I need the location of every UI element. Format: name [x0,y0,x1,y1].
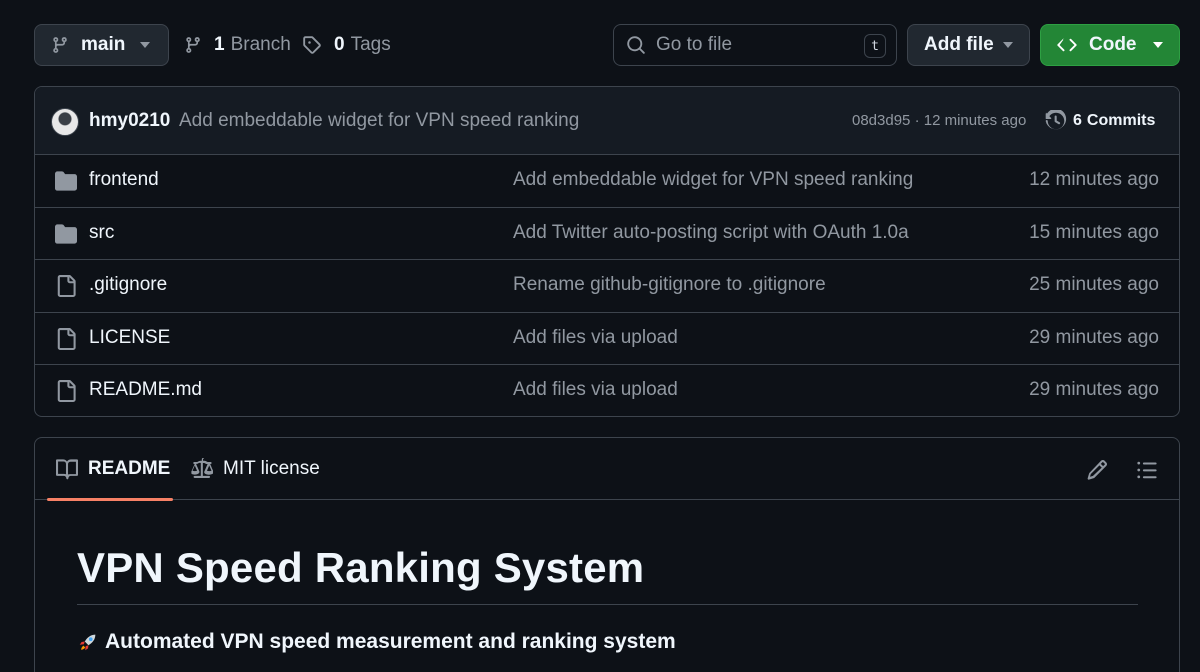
commits-count: 6 [1073,112,1082,129]
file-commit-message[interactable]: Rename github-gitignore to .gitignore [513,274,826,296]
search-placeholder: Go to file [656,34,733,55]
code-button[interactable]: Code [1040,24,1180,66]
commit-meta[interactable]: 08d3d95 · 12 minutes ago [852,112,1026,129]
readme-heading: VPN Speed Ranking System [77,544,645,591]
search-icon [626,35,646,55]
branches-link[interactable]: 1 Branch [184,24,291,66]
avatar[interactable] [51,108,79,136]
file-row[interactable]: src Add Twitter auto-posting script with… [35,208,1179,260]
file-commit-time: 29 minutes ago [1029,379,1159,400]
heading-divider [77,604,1138,605]
file-commit-time: 15 minutes ago [1029,221,1159,243]
file-name[interactable]: README.md [89,379,202,401]
file-row[interactable]: frontend Add embeddable widget for VPN s… [35,155,1179,208]
rocket-icon [77,631,105,653]
pencil-icon[interactable] [1086,459,1108,481]
commit-author[interactable]: hmy0210 [89,110,170,132]
history-icon [1045,110,1067,132]
file-commit-time: 25 minutes ago [1029,274,1159,295]
tab-readme[interactable]: README [47,438,173,501]
folder-icon [55,170,77,192]
file-name[interactable]: LICENSE [89,327,170,349]
readme-subheading-text: Automated VPN speed measurement and rank… [105,630,676,653]
repo-page: main 1 Branch 0 Tags Go to file t Add fi… [0,0,1200,672]
code-label: Code [1089,34,1137,55]
file-row[interactable]: README.md Add files via upload 29 minute… [35,365,1179,416]
file-icon [55,327,77,350]
scale-icon [191,458,213,480]
tag-count: 0 [334,34,345,55]
file-commit-message[interactable]: Add files via upload [513,379,678,401]
branch-selector-button[interactable]: main [34,24,169,66]
tab-license[interactable]: MIT license [191,438,320,500]
file-icon [55,380,77,402]
chevron-down-icon [1153,42,1163,48]
file-name[interactable]: src [89,222,114,244]
code-icon [1057,35,1077,55]
keyboard-shortcut-hint: t [864,34,886,58]
tab-label: MIT license [223,458,320,479]
file-commit-message[interactable]: Add files via upload [513,327,678,349]
chevron-down-icon [140,42,150,48]
repo-toolbar: main 1 Branch 0 Tags Go to file t Add fi… [34,24,1180,66]
git-branch-icon [51,35,69,55]
branch-count: 1 [214,34,225,55]
branch-name: main [81,34,126,55]
readme-subheading: Automated VPN speed measurement and rank… [77,630,676,654]
book-icon [56,458,78,480]
file-row[interactable]: .gitignore Rename github-gitignore to .g… [35,260,1179,313]
commits-history-link[interactable]: 6 Commits [1045,110,1155,132]
file-commit-message[interactable]: Add Twitter auto-posting script with OAu… [513,222,909,244]
tab-label: README [88,458,171,479]
latest-commit-row: hmy0210 Add embeddable widget for VPN sp… [35,87,1179,155]
add-file-button[interactable]: Add file [907,24,1030,66]
commits-label: Commits [1086,112,1156,129]
go-to-file-input[interactable]: Go to file t [613,24,897,66]
tag-label: Tags [350,34,391,55]
commit-message[interactable]: Add embeddable widget for VPN speed rank… [179,110,579,132]
readme-tab-bar: README MIT license [35,438,1179,501]
list-unordered-icon[interactable] [1136,459,1158,481]
file-commit-time: 12 minutes ago [1029,169,1159,190]
file-name[interactable]: frontend [89,169,159,191]
add-file-label: Add file [924,34,994,55]
branch-label: Branch [230,34,291,55]
tags-link[interactable]: 0 Tags [302,24,391,66]
readme-panel: README MIT license VPN Speed Ranking Sys… [34,437,1180,672]
file-commit-message[interactable]: Add embeddable widget for VPN speed rank… [513,169,913,191]
tag-icon [302,35,322,55]
file-icon [55,275,77,297]
chevron-down-icon [1003,42,1013,48]
file-list: hmy0210 Add embeddable widget for VPN sp… [34,86,1180,417]
file-row[interactable]: LICENSE Add files via upload 29 minutes … [35,313,1179,365]
file-name[interactable]: .gitignore [89,274,167,296]
git-branch-icon [184,35,202,55]
file-commit-time: 29 minutes ago [1029,326,1159,348]
folder-icon [55,223,77,245]
